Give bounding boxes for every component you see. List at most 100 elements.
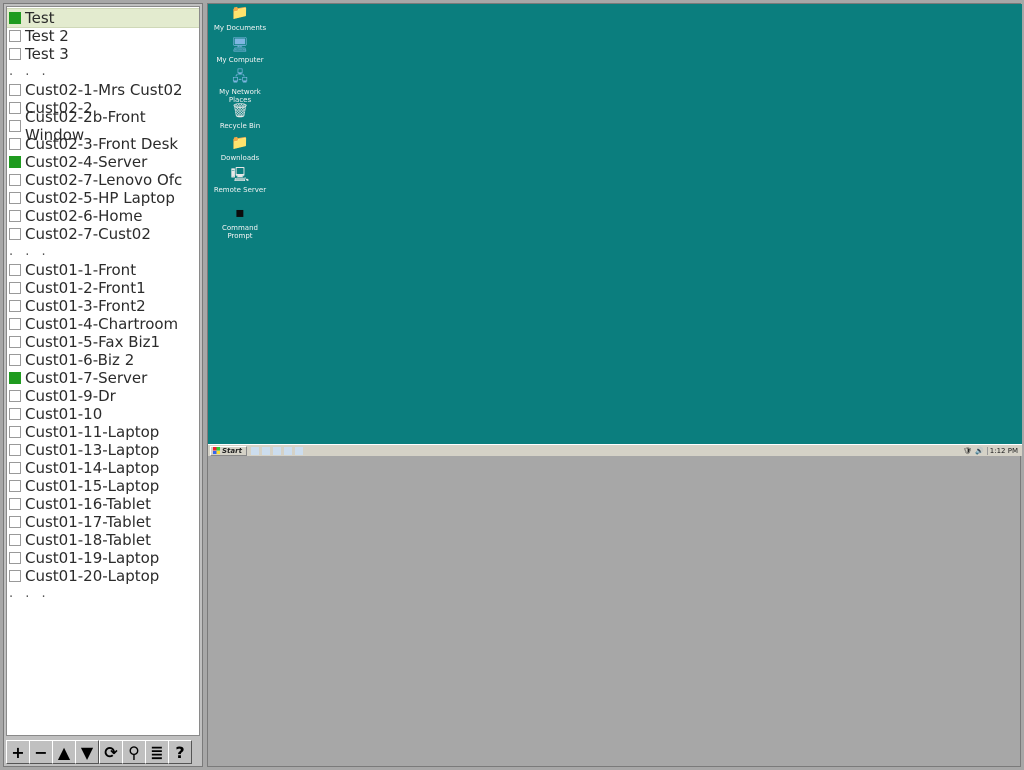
link-button[interactable]: ⚲ <box>122 740 146 764</box>
connection-label: Cust02-7-Cust02 <box>25 225 151 243</box>
tray-icon[interactable]: 🔊 <box>975 447 984 455</box>
desktop-icon[interactable]: 🖳Remote Server <box>212 166 268 194</box>
status-indicator-icon <box>9 12 21 24</box>
connection-item[interactable]: Cust01-15-Laptop <box>7 477 199 495</box>
connection-item[interactable]: Cust01-18-Tablet <box>7 531 199 549</box>
desktop-icon-label: Command Prompt <box>212 224 268 240</box>
connection-label: Cust02-1-Mrs Cust02 <box>25 81 183 99</box>
desktop-icon[interactable]: ▪Command Prompt <box>212 204 268 240</box>
connection-item[interactable]: Cust02-3-Front Desk <box>7 135 199 153</box>
status-indicator-icon <box>9 120 21 132</box>
desktop-icon[interactable]: 📁My Documents <box>212 4 268 32</box>
remote-taskbar: Start 🛡 🔊 1:12 PM <box>208 444 1022 456</box>
quick-launch <box>251 447 303 455</box>
status-indicator-icon <box>9 318 21 330</box>
connection-label: Cust01-11-Laptop <box>25 423 159 441</box>
connection-item[interactable]: Cust01-1-Front <box>7 261 199 279</box>
connection-label: Cust01-3-Front2 <box>25 297 146 315</box>
status-indicator-icon <box>9 48 21 60</box>
status-indicator-icon <box>9 228 21 240</box>
connection-label: Cust01-7-Server <box>25 369 147 387</box>
connection-label: Cust01-19-Laptop <box>25 549 159 567</box>
tray-icon[interactable]: 🛡 <box>963 447 972 455</box>
connection-item[interactable]: Cust01-10 <box>7 405 199 423</box>
status-indicator-icon <box>9 480 21 492</box>
desktop-icon[interactable]: 📁Downloads <box>212 134 268 162</box>
connection-item[interactable]: Cust02-1-Mrs Cust02 <box>7 81 199 99</box>
connection-label: Cust01-5-Fax Biz1 <box>25 333 160 351</box>
connection-list[interactable]: TestTest 2Test 3. . .Cust02-1-Mrs Cust02… <box>6 6 200 736</box>
move-up-button[interactable]: ▲ <box>52 740 76 764</box>
connection-item[interactable]: Cust01-2-Front1 <box>7 279 199 297</box>
connection-label: Cust02-5-HP Laptop <box>25 189 175 207</box>
quick-launch-icon[interactable] <box>262 447 270 455</box>
connection-label: Cust01-16-Tablet <box>25 495 151 513</box>
start-label: Start <box>222 447 242 455</box>
connection-item[interactable]: Test <box>7 9 199 27</box>
quick-launch-icon[interactable] <box>273 447 281 455</box>
status-indicator-icon <box>9 390 21 402</box>
status-indicator-icon <box>9 372 21 384</box>
status-indicator-icon <box>9 156 21 168</box>
connection-item[interactable]: Test 3 <box>7 45 199 63</box>
remote-desktop[interactable]: 📁My Documents 🖥My Computer 🖧My Network Pla… <box>208 4 1022 444</box>
connection-item[interactable]: Cust01-9-Dr <box>7 387 199 405</box>
connection-item[interactable]: Cust01-14-Laptop <box>7 459 199 477</box>
status-indicator-icon <box>9 462 21 474</box>
connection-item[interactable]: Cust01-13-Laptop <box>7 441 199 459</box>
connection-item[interactable]: Test 2 <box>7 27 199 45</box>
list-button[interactable]: ≣ <box>145 740 169 764</box>
quick-launch-icon[interactable] <box>295 447 303 455</box>
start-button[interactable]: Start <box>210 446 247 456</box>
connection-item[interactable]: Cust01-17-Tablet <box>7 513 199 531</box>
status-indicator-icon <box>9 534 21 546</box>
connection-item[interactable]: Cust01-16-Tablet <box>7 495 199 513</box>
net-icon: 🖧 <box>231 68 249 86</box>
desktop-icon-label: My Computer <box>212 56 268 64</box>
connection-item[interactable]: Cust02-5-HP Laptop <box>7 189 199 207</box>
move-down-button[interactable]: ▼ <box>75 740 99 764</box>
connection-item[interactable]: Cust01-6-Biz 2 <box>7 351 199 369</box>
connection-item[interactable]: Cust02-4-Server <box>7 153 199 171</box>
system-tray: 🛡 🔊 1:12 PM <box>963 447 1020 455</box>
connection-item[interactable]: Cust02-7-Lenovo Ofc <box>7 171 199 189</box>
quick-launch-icon[interactable] <box>251 447 259 455</box>
status-indicator-icon <box>9 282 21 294</box>
connection-item[interactable]: Cust02-7-Cust02 <box>7 225 199 243</box>
desktop-icon[interactable]: 🖧My Network Places <box>212 68 268 104</box>
connection-label: Cust02-4-Server <box>25 153 147 171</box>
connection-label: Test 3 <box>25 45 69 63</box>
add-button[interactable]: + <box>6 740 30 764</box>
desktop-icon[interactable]: 🗑Recycle Bin <box>212 102 268 130</box>
status-indicator-icon <box>9 84 21 96</box>
group-separator: . . . <box>7 585 199 603</box>
connection-item[interactable]: Cust01-3-Front2 <box>7 297 199 315</box>
status-indicator-icon <box>9 498 21 510</box>
connection-item[interactable]: Cust01-19-Laptop <box>7 549 199 567</box>
connection-item[interactable]: Cust01-5-Fax Biz1 <box>7 333 199 351</box>
connection-label: Test 2 <box>25 27 69 45</box>
connection-item[interactable]: Cust01-4-Chartroom <box>7 315 199 333</box>
status-indicator-icon <box>9 174 21 186</box>
connection-item[interactable]: Cust02-6-Home <box>7 207 199 225</box>
remove-button[interactable]: − <box>29 740 53 764</box>
connection-item[interactable]: Cust01-7-Server <box>7 369 199 387</box>
status-indicator-icon <box>9 408 21 420</box>
status-indicator-icon <box>9 354 21 366</box>
connection-label: Cust01-9-Dr <box>25 387 116 405</box>
status-indicator-icon <box>9 300 21 312</box>
status-indicator-icon <box>9 138 21 150</box>
connection-label: Cust01-18-Tablet <box>25 531 151 549</box>
connection-item[interactable]: Cust01-11-Laptop <box>7 423 199 441</box>
docs-icon: 📁 <box>231 4 249 22</box>
help-button[interactable]: ? <box>168 740 192 764</box>
dl-icon: 📁 <box>231 134 249 152</box>
connection-label: Cust01-17-Tablet <box>25 513 151 531</box>
refresh-button[interactable]: ⟳ <box>99 740 123 764</box>
desktop-icon[interactable]: 🖥My Computer <box>212 36 268 64</box>
group-separator: . . . <box>7 63 199 81</box>
connection-item[interactable]: Cust01-20-Laptop <box>7 567 199 585</box>
quick-launch-icon[interactable] <box>284 447 292 455</box>
connection-label: Cust01-1-Front <box>25 261 136 279</box>
connection-item[interactable]: Cust02-2b-Front Window <box>7 117 199 135</box>
